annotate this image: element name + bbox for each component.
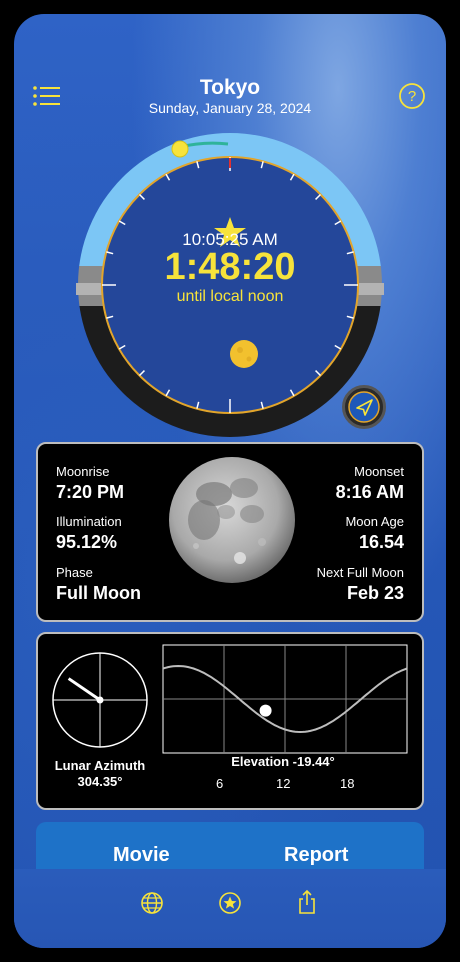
globe-button[interactable] bbox=[140, 891, 164, 915]
moonrise-label: Moonrise bbox=[56, 464, 110, 479]
moon-info-panel: Moonrise 7:20 PM Moonset 8:16 AM Illumin… bbox=[36, 442, 424, 622]
next-full-moon-label: Next Full Moon bbox=[316, 565, 404, 580]
favorite-button[interactable] bbox=[218, 891, 242, 915]
share-icon bbox=[299, 889, 315, 914]
lunar-position-panel: Lunar Azimuth 304.35° Elevation -19.44° … bbox=[36, 632, 424, 810]
device-frame: Tokyo Sunday, January 28, 2024 ? 10:05:2… bbox=[0, 0, 460, 962]
azimuth-label: Lunar Azimuth bbox=[54, 758, 146, 773]
moon-position-icon bbox=[230, 340, 258, 368]
phase-label: Phase bbox=[56, 565, 93, 580]
star-circle-icon bbox=[219, 892, 241, 914]
help-button[interactable]: ? bbox=[398, 82, 426, 110]
moonrise-value: 7:20 PM bbox=[56, 482, 125, 502]
x-tick-12: 12 bbox=[276, 776, 291, 791]
x-tick-18: 18 bbox=[340, 776, 355, 791]
azimuth-needle bbox=[67, 677, 101, 702]
illumination-value: 95.12% bbox=[56, 532, 118, 552]
movie-button[interactable]: Movie bbox=[113, 844, 170, 867]
moon-age-value: 16.54 bbox=[358, 532, 404, 552]
phase-value: Full Moon bbox=[56, 583, 141, 603]
elevation-label: Elevation -19.44° bbox=[231, 754, 335, 769]
azimuth-value: 304.35° bbox=[77, 774, 123, 789]
moonset-label: Moonset bbox=[354, 464, 404, 479]
date-subtitle: Sunday, January 28, 2024 bbox=[148, 100, 312, 116]
azimuth-compass bbox=[52, 652, 148, 748]
sun-position-marker bbox=[171, 140, 189, 158]
locate-button[interactable] bbox=[342, 385, 386, 429]
report-button[interactable]: Report bbox=[284, 844, 348, 867]
x-tick-6: 6 bbox=[216, 776, 224, 791]
moonset-value: 8:16 AM bbox=[335, 482, 404, 502]
moon-phase-image bbox=[169, 457, 295, 583]
globe-icon bbox=[141, 892, 163, 914]
location-arrow-icon bbox=[348, 391, 380, 423]
bottom-toolbar bbox=[14, 869, 446, 948]
next-full-moon-value: Feb 23 bbox=[346, 583, 404, 603]
countdown-caption: until local noon bbox=[176, 288, 284, 305]
share-button[interactable] bbox=[296, 889, 318, 915]
help-icon: ? bbox=[399, 83, 425, 109]
countdown-timer: 1:48:20 bbox=[164, 246, 296, 288]
illumination-label: Illumination bbox=[56, 514, 122, 529]
moon-age-label: Moon Age bbox=[345, 514, 404, 529]
moon-elevation-marker bbox=[259, 704, 272, 717]
city-title: Tokyo bbox=[199, 76, 261, 99]
elevation-chart bbox=[162, 644, 408, 754]
svg-text:?: ? bbox=[408, 88, 416, 105]
app-screen: Tokyo Sunday, January 28, 2024 ? 10:05:2… bbox=[14, 14, 446, 948]
